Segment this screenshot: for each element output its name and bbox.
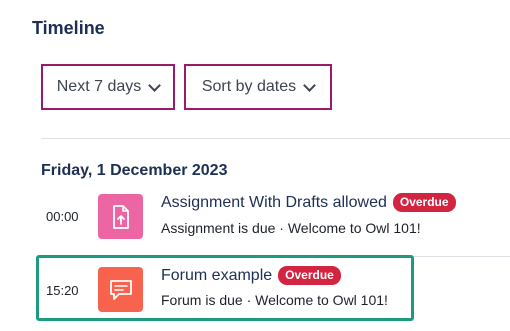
chevron-down-icon — [303, 78, 317, 92]
assignment-upload-icon — [98, 194, 143, 239]
forum-chat-icon — [98, 267, 143, 312]
event-title-row: Assignment With Drafts allowed Overdue — [161, 193, 456, 212]
forum-chat-glyph — [109, 279, 132, 300]
block-title: Timeline — [32, 18, 105, 38]
day-filter-dropdown[interactable]: Next 7 days — [41, 64, 175, 110]
day-filter-label: Next 7 days — [56, 78, 142, 95]
divider — [41, 138, 510, 139]
timeline-block: Timeline Next 7 days Sort by dates Frida… — [0, 0, 510, 331]
event-time: 00:00 — [46, 209, 79, 224]
event-time: 15:20 — [46, 283, 79, 298]
assignment-upload-glyph — [112, 204, 129, 229]
event-title-link[interactable]: Forum example — [161, 267, 272, 285]
overdue-badge: Overdue — [278, 266, 341, 285]
event-subtitle: Forum is due · Welcome to Owl 101! — [161, 292, 388, 308]
date-heading: Friday, 1 December 2023 — [41, 162, 228, 179]
event-subtitle: Assignment is due · Welcome to Owl 101! — [161, 220, 421, 236]
sort-dropdown[interactable]: Sort by dates — [184, 64, 332, 110]
chevron-down-icon — [148, 78, 162, 92]
overdue-badge: Overdue — [392, 193, 456, 212]
sort-label: Sort by dates — [201, 78, 297, 95]
event-title-link[interactable]: Assignment With Drafts allowed — [161, 194, 387, 212]
event-title-row: Forum example Overdue — [161, 266, 341, 285]
focus-highlight — [36, 255, 414, 321]
